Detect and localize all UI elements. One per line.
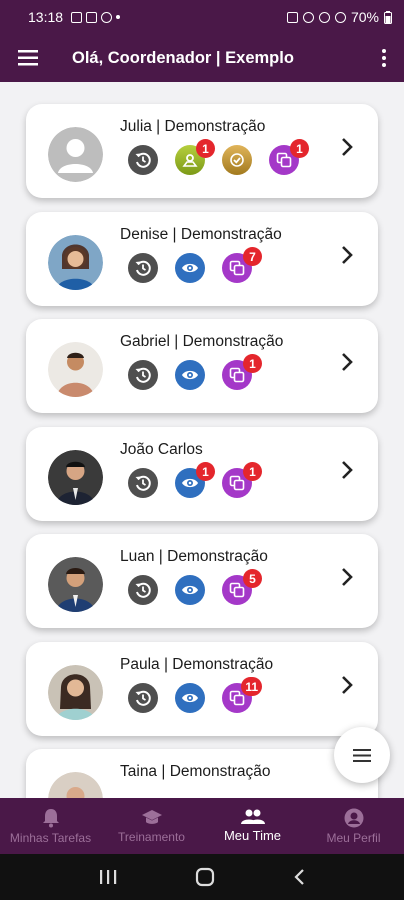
eye-icon[interactable] — [175, 575, 205, 605]
history-icon[interactable] — [128, 360, 158, 390]
count-badge: 1 — [196, 139, 215, 158]
recent-apps-icon[interactable] — [99, 869, 117, 885]
copy-icon[interactable]: 7 — [222, 247, 262, 283]
status-bar: 13:18 70% — [0, 0, 404, 34]
member-card[interactable]: Julia | Demonstração 1 1 — [26, 104, 378, 198]
nav-meu-time[interactable]: Meu Time — [202, 798, 303, 854]
chevron-right-icon[interactable] — [340, 136, 354, 158]
battery-percent: 70% — [350, 9, 379, 25]
member-name: Gabriel | Demonstração — [120, 333, 284, 350]
member-name: Luan | Demonstração — [120, 548, 268, 565]
history-icon[interactable] — [128, 575, 158, 605]
map-pin-icon[interactable]: 1 — [175, 139, 215, 175]
count-badge: 5 — [243, 569, 262, 588]
avatar — [48, 235, 103, 290]
avatar — [48, 450, 103, 505]
system-nav-bar — [0, 854, 404, 900]
eye-icon[interactable] — [175, 253, 205, 283]
count-badge: 1 — [243, 462, 262, 481]
avatar — [48, 772, 103, 798]
check-circle-icon[interactable] — [222, 145, 252, 175]
mute-icon — [302, 11, 314, 23]
member-card[interactable]: Paula | Demonstração 11 — [26, 642, 378, 736]
member-card[interactable]: Denise | Demonstração 7 — [26, 212, 378, 306]
hamburger-icon — [18, 50, 38, 66]
history-icon[interactable] — [128, 145, 158, 175]
battery-icon — [384, 10, 392, 24]
chevron-right-icon[interactable] — [340, 459, 354, 481]
member-name: Paula | Demonstração — [120, 656, 274, 673]
eye-icon[interactable]: 1 — [175, 462, 215, 498]
member-name: Julia | Demonstração — [120, 118, 266, 135]
count-badge: 1 — [243, 354, 262, 373]
nav-label: Meu Time — [223, 828, 282, 843]
count-badge: 1 — [196, 462, 215, 481]
hamburger-icon — [353, 748, 371, 762]
nav-label: Treinamento — [118, 829, 185, 844]
wifi-icon — [318, 11, 330, 23]
more-notifications-icon — [116, 15, 121, 19]
bottom-nav: Minhas Tarefas Treinamento Meu Time Meu … — [0, 798, 404, 854]
member-name: Taina | Demonstração — [120, 763, 271, 780]
copy-icon[interactable]: 1 — [222, 462, 262, 498]
nav-treinamento[interactable]: Treinamento — [101, 798, 202, 854]
dnd-icon — [334, 11, 346, 23]
eye-icon[interactable] — [175, 683, 205, 713]
back-icon[interactable] — [293, 868, 305, 886]
avatar — [48, 665, 103, 720]
notification-icons — [71, 11, 121, 23]
nav-minhas-tarefas[interactable]: Minhas Tarefas — [0, 798, 101, 854]
history-icon[interactable] — [128, 468, 158, 498]
member-name: Denise | Demonstração — [120, 226, 282, 243]
nav-meu-perfil[interactable]: Meu Perfil — [303, 798, 404, 854]
copy-icon[interactable]: 11 — [222, 677, 262, 713]
count-badge: 11 — [241, 677, 262, 696]
eye-icon[interactable] — [175, 360, 205, 390]
member-card[interactable]: Luan | Demonstração 5 — [26, 534, 378, 628]
sync-icon — [101, 11, 113, 23]
menu-button[interactable] — [0, 34, 56, 82]
chevron-right-icon[interactable] — [340, 566, 354, 588]
member-name: João Carlos — [120, 441, 203, 458]
avatar — [48, 127, 103, 182]
member-card[interactable]: Gabriel | Demonstração 1 — [26, 319, 378, 413]
count-badge: 1 — [290, 139, 309, 158]
history-icon[interactable] — [128, 683, 158, 713]
team-list: Julia | Demonstração 11 Denise | Demonst… — [0, 82, 404, 798]
avatar — [48, 557, 103, 612]
alarm-icon — [286, 11, 298, 23]
more-options-button[interactable] — [364, 34, 404, 82]
more-vertical-icon — [382, 49, 386, 67]
message-icon — [86, 11, 98, 23]
status-time: 13:18 — [28, 9, 64, 25]
options-fab[interactable] — [334, 727, 390, 783]
copy-icon[interactable]: 5 — [222, 569, 262, 605]
avatar — [48, 342, 103, 397]
chevron-right-icon[interactable] — [340, 244, 354, 266]
chevron-right-icon[interactable] — [340, 351, 354, 373]
page-title: Olá, Coordenador | Exemplo — [72, 48, 294, 67]
image-icon — [71, 11, 83, 23]
graduation-cap-icon — [141, 809, 162, 824]
nav-label: Minhas Tarefas — [9, 830, 92, 845]
copy-icon[interactable]: 1 — [269, 139, 309, 175]
copy-icon[interactable]: 1 — [222, 354, 262, 390]
count-badge: 7 — [243, 247, 262, 266]
member-card[interactable]: Taina | Demonstração — [26, 749, 378, 798]
nav-label: Meu Perfil — [326, 830, 381, 845]
person-icon — [344, 808, 363, 827]
chevron-right-icon[interactable] — [340, 674, 354, 696]
member-card[interactable]: João Carlos 1 1 — [26, 427, 378, 521]
home-icon[interactable] — [195, 867, 215, 887]
bell-icon — [42, 808, 59, 827]
history-icon[interactable] — [128, 253, 158, 283]
people-icon — [240, 809, 265, 824]
app-bar: Olá, Coordenador | Exemplo — [0, 34, 404, 82]
